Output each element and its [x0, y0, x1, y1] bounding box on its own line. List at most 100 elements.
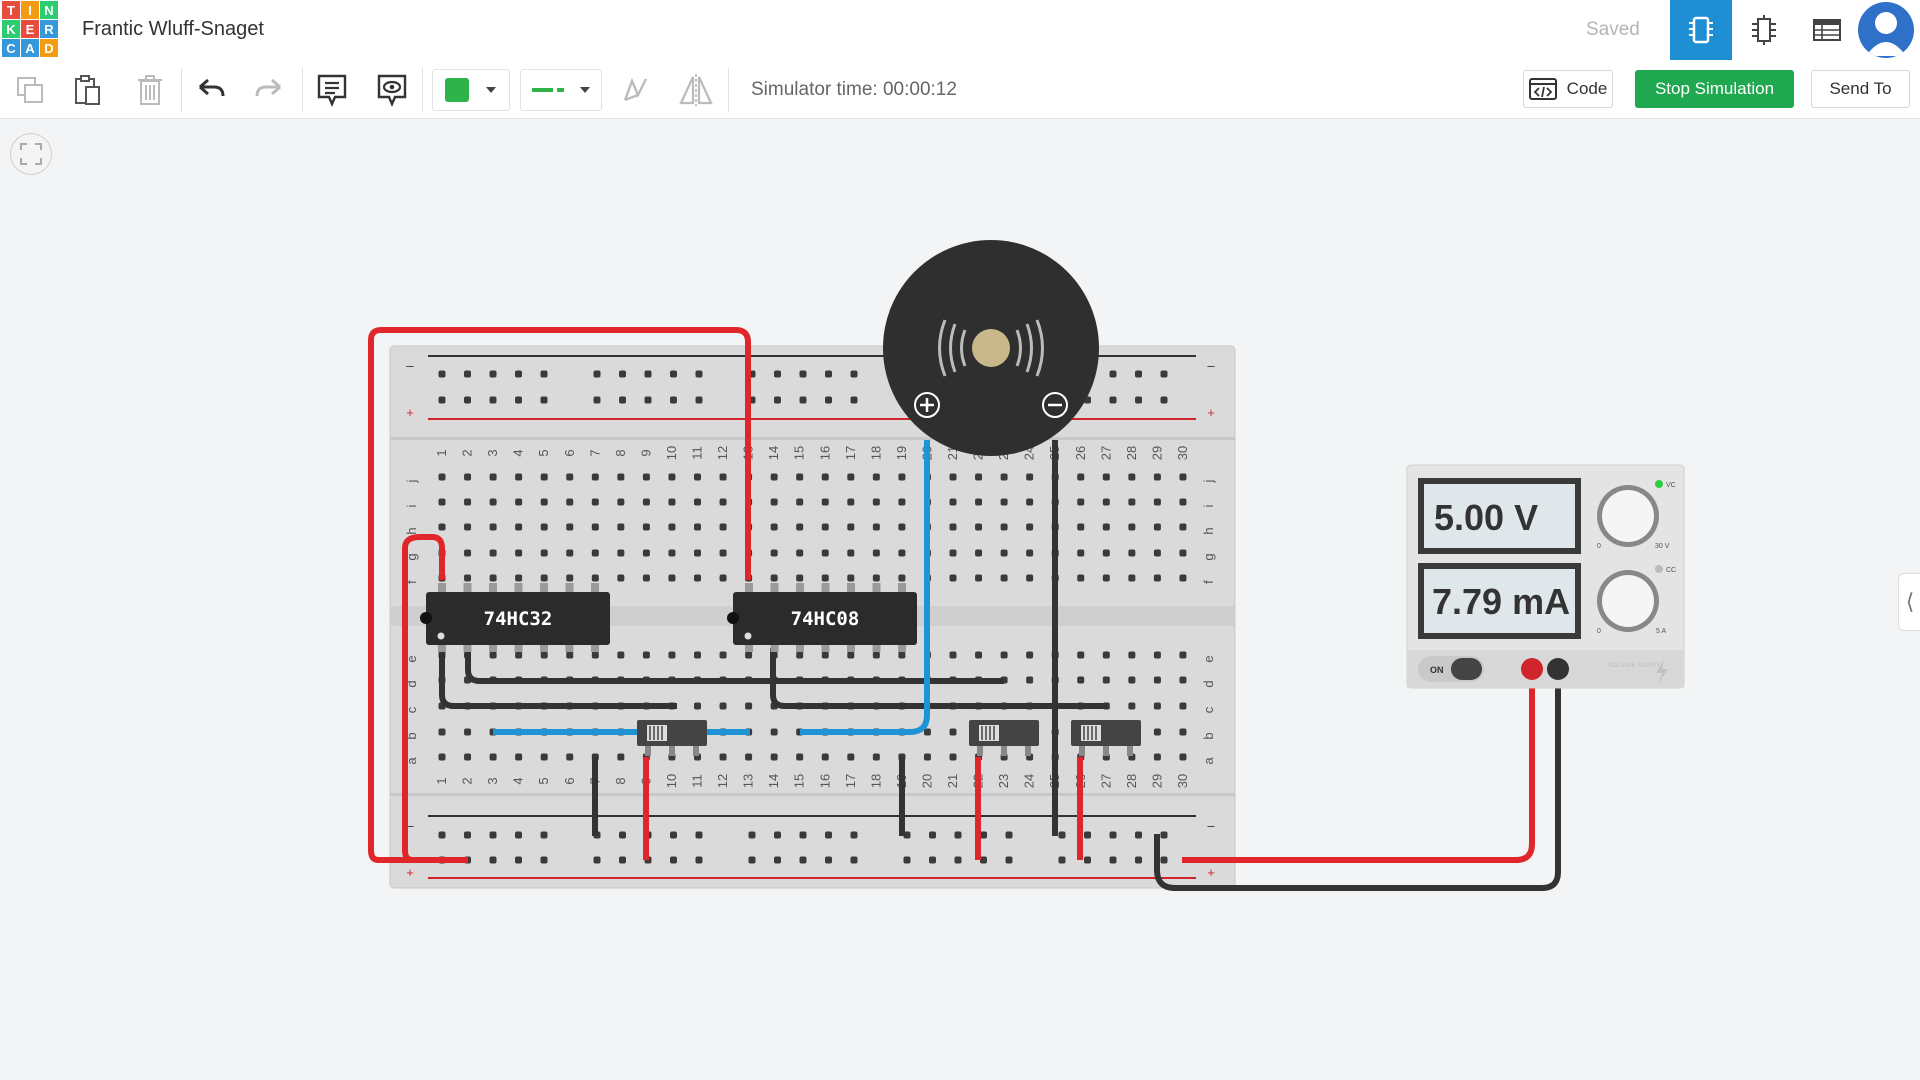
breadboard-hole[interactable]	[1102, 498, 1110, 506]
breadboard-hole[interactable]	[1128, 498, 1136, 506]
breadboard-hole[interactable]	[796, 549, 804, 557]
breadboard-hole[interactable]	[872, 651, 880, 659]
breadboard-hole[interactable]	[670, 396, 677, 404]
breadboard-hole[interactable]	[1128, 651, 1136, 659]
breadboard-hole[interactable]	[438, 473, 446, 481]
breadboard-hole[interactable]	[954, 856, 962, 864]
breadboard-hole[interactable]	[540, 549, 548, 557]
breadboard-hole[interactable]	[872, 753, 880, 761]
breadboard-hole[interactable]	[1026, 498, 1034, 506]
breadboard-hole[interactable]	[975, 498, 983, 506]
breadboard-hole[interactable]	[1153, 676, 1161, 684]
breadboard-hole[interactable]	[642, 574, 650, 582]
breadboard-hole[interactable]	[1077, 574, 1085, 582]
delete-button[interactable]	[130, 70, 170, 110]
breadboard-hole[interactable]	[719, 702, 727, 710]
breadboard-hole[interactable]	[489, 831, 497, 839]
breadboard-hole[interactable]	[745, 702, 753, 710]
breadboard-hole[interactable]	[1128, 702, 1136, 710]
breadboard-hole[interactable]	[670, 856, 677, 864]
breadboard-hole[interactable]	[668, 498, 676, 506]
breadboard-hole[interactable]	[872, 574, 880, 582]
breadboard-hole[interactable]	[1153, 651, 1161, 659]
breadboard-hole[interactable]	[694, 702, 701, 710]
breadboard-hole[interactable]	[1153, 753, 1161, 761]
breadboard-hole[interactable]	[1109, 856, 1117, 864]
breadboard-hole[interactable]	[1153, 574, 1161, 582]
redo-button[interactable]	[249, 70, 289, 110]
breadboard-hole[interactable]	[1179, 523, 1187, 531]
breadboard-hole[interactable]	[1000, 473, 1008, 481]
breadboard-hole[interactable]	[1102, 523, 1110, 531]
breadboard-hole[interactable]	[975, 574, 983, 582]
breadboard-hole[interactable]	[898, 473, 906, 481]
breadboard-hole[interactable]	[898, 523, 906, 531]
breadboard-hole[interactable]	[1109, 396, 1117, 404]
breadboard-hole[interactable]	[796, 651, 804, 659]
schematic-view-button[interactable]	[1733, 0, 1795, 60]
breadboard-hole[interactable]	[770, 753, 778, 761]
breadboard-hole[interactable]	[980, 856, 987, 864]
send-to-button[interactable]: Send To	[1811, 70, 1910, 108]
breadboard-hole[interactable]	[825, 831, 832, 839]
breadboard-hole[interactable]	[668, 574, 676, 582]
breadboard-hole[interactable]	[847, 498, 855, 506]
breadboard-hole[interactable]	[464, 473, 472, 481]
breadboard-hole[interactable]	[668, 523, 676, 531]
breadboard-hole[interactable]	[540, 651, 548, 659]
breadboard-hole[interactable]	[821, 753, 829, 761]
breadboard-hole[interactable]	[464, 728, 472, 736]
toggle-notes-visibility-button[interactable]	[372, 70, 412, 110]
breadboard-hole[interactable]	[489, 473, 497, 481]
breadboard-hole[interactable]	[1102, 651, 1110, 659]
breadboard-hole[interactable]	[694, 498, 701, 506]
breadboard-hole[interactable]	[1135, 831, 1142, 839]
breadboard-hole[interactable]	[591, 523, 599, 531]
breadboard-hole[interactable]	[619, 831, 626, 839]
circuit-view-button[interactable]	[1670, 0, 1732, 60]
breadboard-hole[interactable]	[1160, 370, 1168, 378]
breadboard-hole[interactable]	[642, 473, 650, 481]
breadboard-hole[interactable]	[770, 473, 778, 481]
breadboard-hole[interactable]	[1000, 523, 1008, 531]
breadboard-hole[interactable]	[1000, 574, 1008, 582]
breadboard-hole[interactable]	[1026, 549, 1034, 557]
breadboard-hole[interactable]	[821, 498, 829, 506]
component-list-button[interactable]	[1796, 0, 1858, 60]
breadboard-hole[interactable]	[464, 523, 472, 531]
ic-chip-74hc32[interactable]: 74HC32	[420, 583, 610, 652]
breadboard-hole[interactable]	[695, 856, 703, 864]
breadboard-hole[interactable]	[929, 831, 936, 839]
breadboard-hole[interactable]	[745, 651, 753, 659]
code-button[interactable]: Code	[1523, 70, 1613, 108]
piezo-buzzer[interactable]	[883, 240, 1099, 456]
breadboard-hole[interactable]	[872, 523, 880, 531]
breadboard-hole[interactable]	[770, 523, 778, 531]
breadboard-hole[interactable]	[694, 523, 701, 531]
breadboard-hole[interactable]	[748, 831, 756, 839]
breadboard-hole[interactable]	[821, 574, 829, 582]
breadboard-hole[interactable]	[799, 856, 807, 864]
breadboard-hole[interactable]	[489, 498, 497, 506]
breadboard-hole[interactable]	[438, 831, 446, 839]
breadboard-hole[interactable]	[1058, 856, 1066, 864]
breadboard-hole[interactable]	[670, 831, 677, 839]
breadboard-hole[interactable]	[489, 523, 497, 531]
breadboard-hole[interactable]	[745, 753, 753, 761]
breadboard-hole[interactable]	[694, 473, 701, 481]
breadboard-hole[interactable]	[540, 498, 548, 506]
breadboard-hole[interactable]	[954, 831, 962, 839]
breadboard-hole[interactable]	[796, 473, 804, 481]
breadboard-hole[interactable]	[489, 753, 497, 761]
breadboard-hole[interactable]	[929, 856, 936, 864]
breadboard-hole[interactable]	[644, 396, 652, 404]
breadboard-hole[interactable]	[464, 549, 472, 557]
breadboard-hole[interactable]	[591, 651, 599, 659]
breadboard-hole[interactable]	[438, 753, 446, 761]
breadboard-hole[interactable]	[719, 574, 727, 582]
breadboard-hole[interactable]	[949, 728, 957, 736]
breadboard-hole[interactable]	[1109, 370, 1117, 378]
breadboard-hole[interactable]	[619, 856, 626, 864]
breadboard-hole[interactable]	[593, 856, 601, 864]
breadboard-hole[interactable]	[489, 651, 497, 659]
